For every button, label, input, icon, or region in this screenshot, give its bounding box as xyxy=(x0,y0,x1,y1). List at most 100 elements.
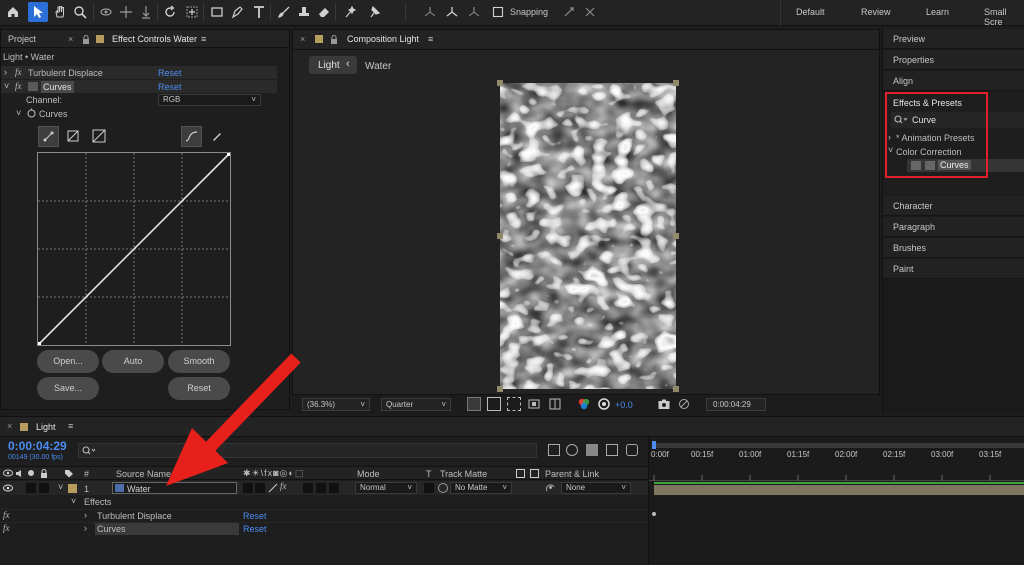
viewer-timecode[interactable]: 0:00:04:29 xyxy=(706,398,766,411)
shy-layers-icon[interactable] xyxy=(586,444,598,456)
orbit-camera-icon[interactable] xyxy=(96,2,116,22)
comp-flowchart-icon[interactable] xyxy=(548,444,560,456)
solo-toggle[interactable] xyxy=(26,483,36,493)
pick-whip-icon[interactable] xyxy=(545,482,556,493)
transparency-grid-icon[interactable] xyxy=(487,397,501,411)
mask-visibility-icon[interactable] xyxy=(507,397,521,411)
label-color-swatch[interactable] xyxy=(68,484,77,493)
breadcrumb-water[interactable]: Water xyxy=(365,61,391,72)
rotate-tool-icon[interactable] xyxy=(160,2,180,22)
layer-handle[interactable] xyxy=(497,233,503,239)
resolution-dropdown[interactable]: Quarter ˅ xyxy=(381,398,451,411)
puppet-pin-tool-icon[interactable] xyxy=(364,2,384,22)
motion-blur-icon[interactable] xyxy=(626,444,638,456)
axis-local-icon[interactable] xyxy=(420,2,440,22)
panel-properties[interactable]: Properties xyxy=(883,50,1024,70)
close-tab-icon[interactable]: × xyxy=(68,34,73,44)
track-matte-dropdown[interactable]: No Matte ˅ xyxy=(450,482,512,494)
layer-handle[interactable] xyxy=(673,386,679,392)
lock-toggle[interactable] xyxy=(39,483,49,493)
tab-project[interactable]: Project xyxy=(8,34,36,44)
panel-paragraph[interactable]: Paragraph xyxy=(883,217,1024,237)
axis-world-icon[interactable] xyxy=(442,2,462,22)
region-of-interest-icon[interactable] xyxy=(527,397,541,411)
reset-link[interactable]: Reset xyxy=(243,511,267,521)
timeline-effect-row[interactable]: fx › Turbulent Displace Reset xyxy=(0,509,648,522)
clone-stamp-tool-icon[interactable] xyxy=(294,2,314,22)
layer-handle[interactable] xyxy=(497,386,503,392)
curve-size-small-icon[interactable] xyxy=(65,128,81,144)
layer-duration-bar[interactable] xyxy=(654,485,1024,495)
axis-view-icon[interactable] xyxy=(464,2,484,22)
layer-handle[interactable] xyxy=(673,80,679,86)
eraser-tool-icon[interactable] xyxy=(314,2,334,22)
fast-preview-icon[interactable] xyxy=(467,397,481,411)
tab-effect-controls[interactable]: Effect Controls Water xyxy=(112,34,197,44)
chevron-right-icon[interactable]: › xyxy=(84,523,87,533)
dolly-camera-icon[interactable] xyxy=(136,2,156,22)
workspace-default[interactable]: Default xyxy=(796,7,825,17)
hand-tool-icon[interactable] xyxy=(50,2,70,22)
panel-menu-icon[interactable]: ≡ xyxy=(201,34,206,44)
frame-blending-icon[interactable] xyxy=(606,444,618,456)
chevron-down-icon[interactable]: ˅ xyxy=(4,81,9,91)
channel-dropdown[interactable]: RGB ˅ xyxy=(158,94,261,106)
switch-box[interactable] xyxy=(316,483,326,493)
workspace-review[interactable]: Review xyxy=(861,7,891,17)
composition-viewer[interactable] xyxy=(500,83,676,389)
switch-box[interactable] xyxy=(329,483,339,493)
bezier-curve-tool-icon[interactable] xyxy=(181,126,202,147)
zoom-dropdown[interactable]: (36.3%) ˅ xyxy=(302,398,370,411)
panel-preview[interactable]: Preview xyxy=(883,29,1024,49)
show-snapshot-icon[interactable] xyxy=(677,397,691,411)
chevron-down-icon[interactable]: ˅ xyxy=(71,496,76,506)
lock-icon[interactable] xyxy=(330,35,338,44)
tab-composition[interactable]: Composition Light xyxy=(347,34,419,44)
pen-tool-icon[interactable] xyxy=(227,2,247,22)
snap-features-icon[interactable] xyxy=(580,2,600,22)
work-area-start-handle[interactable] xyxy=(652,441,656,449)
effect-row-curves[interactable]: ˅ fx Curves Reset xyxy=(1,80,277,93)
home-icon[interactable] xyxy=(3,2,23,22)
open-button[interactable]: Open... xyxy=(37,350,99,373)
reset-link[interactable]: Reset xyxy=(243,524,267,534)
effect-row-turbulent-displace[interactable]: › fx Turbulent Displace Reset xyxy=(1,66,277,79)
fx-icon[interactable]: fx xyxy=(15,67,22,77)
snapshot-camera-icon[interactable] xyxy=(657,397,671,411)
save-button[interactable]: Save... xyxy=(37,377,99,400)
time-ruler[interactable] xyxy=(649,465,1024,481)
parent-dropdown[interactable]: None ˅ xyxy=(561,482,631,494)
anchor-point-tool-icon[interactable] xyxy=(182,2,202,22)
curve-size-large-icon[interactable] xyxy=(91,128,107,144)
panel-paint[interactable]: Paint xyxy=(883,259,1024,279)
eye-icon[interactable] xyxy=(3,484,13,492)
draft-3d-icon[interactable] xyxy=(566,444,578,456)
curves-graph[interactable] xyxy=(37,152,231,346)
rgb-curve-button[interactable] xyxy=(38,126,59,147)
brush-tool-icon[interactable] xyxy=(274,2,294,22)
pencil-curve-tool-icon[interactable] xyxy=(209,128,225,144)
fx-icon[interactable]: fx xyxy=(3,523,10,533)
snap-edges-icon[interactable] xyxy=(559,2,579,22)
reset-link[interactable]: Reset xyxy=(158,68,182,78)
panel-menu-icon[interactable]: ≡ xyxy=(68,421,73,431)
chevron-right-icon[interactable]: › xyxy=(4,67,7,77)
panel-menu-icon[interactable]: ≡ xyxy=(428,34,433,44)
layer-handle[interactable] xyxy=(497,80,503,86)
close-tab-icon[interactable]: × xyxy=(300,34,305,44)
type-tool-icon[interactable] xyxy=(249,2,269,22)
timeline-effect-row[interactable]: fx › Curves Reset xyxy=(0,522,648,535)
workspace-learn[interactable]: Learn xyxy=(926,7,949,17)
fx-icon[interactable]: fx xyxy=(15,81,22,91)
keyframe-dot[interactable] xyxy=(652,512,656,516)
exposure-reset-icon[interactable] xyxy=(597,397,611,411)
panel-brushes[interactable]: Brushes xyxy=(883,238,1024,258)
preserve-transparency-toggle[interactable] xyxy=(424,483,434,493)
stopwatch-icon[interactable] xyxy=(27,108,36,118)
pan-camera-icon[interactable] xyxy=(116,2,136,22)
panel-character[interactable]: Character xyxy=(883,196,1024,216)
zoom-tool-icon[interactable] xyxy=(70,2,90,22)
roto-brush-tool-icon[interactable] xyxy=(340,2,360,22)
breadcrumb-light[interactable]: Light ‹ xyxy=(309,56,357,74)
exposure-value[interactable]: +0.0 xyxy=(615,400,633,410)
